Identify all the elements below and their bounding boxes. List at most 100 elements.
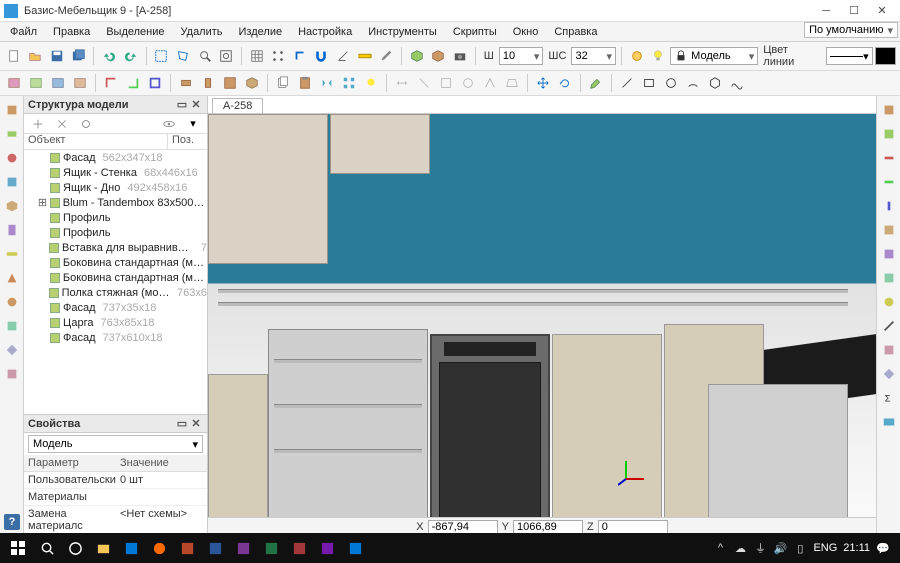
width-combo[interactable]: ▾: [499, 47, 544, 65]
menu-product[interactable]: Изделие: [231, 22, 291, 41]
hex-button[interactable]: [705, 73, 725, 93]
rt-3[interactable]: [879, 148, 899, 168]
panel3-button[interactable]: [48, 73, 68, 93]
panel-min-button[interactable]: ▭: [175, 98, 189, 112]
help-button[interactable]: ?: [4, 514, 20, 530]
tray-lang[interactable]: ENG: [813, 542, 837, 554]
menu-selection[interactable]: Выделение: [98, 22, 172, 41]
rt-11[interactable]: [879, 340, 899, 360]
task-app-9[interactable]: [314, 535, 340, 561]
task-app-6[interactable]: [230, 535, 256, 561]
minimize-button[interactable]: ─: [812, 1, 840, 21]
pt-dropdown[interactable]: ▾: [183, 114, 203, 134]
line-color-swatch[interactable]: [875, 47, 897, 65]
render-button[interactable]: [627, 46, 647, 66]
viewport-3d[interactable]: [208, 114, 876, 517]
task-app-3[interactable]: [146, 535, 172, 561]
tree-row[interactable]: Фасад562x347x18: [24, 150, 207, 165]
circle-button[interactable]: [661, 73, 681, 93]
rt-7[interactable]: [879, 244, 899, 264]
tray-volume-icon[interactable]: 🔊: [773, 541, 787, 555]
new-file-button[interactable]: [4, 46, 24, 66]
array-button[interactable]: [339, 73, 359, 93]
rt-6[interactable]: [879, 220, 899, 240]
width-input[interactable]: [503, 50, 531, 62]
doc-tab-active[interactable]: A-258: [212, 98, 263, 113]
rt-2[interactable]: [879, 124, 899, 144]
tray-cloud-icon[interactable]: ☁: [733, 541, 747, 555]
lt-5[interactable]: [2, 196, 22, 216]
rt-13[interactable]: Σ: [879, 388, 899, 408]
lt-9[interactable]: [2, 292, 22, 312]
start-button[interactable]: [4, 535, 32, 561]
lt-6[interactable]: [2, 220, 22, 240]
open-button[interactable]: [26, 46, 46, 66]
save-button[interactable]: [47, 46, 67, 66]
task-app-2[interactable]: [118, 535, 144, 561]
coord-y-input[interactable]: [513, 520, 583, 534]
lt-2[interactable]: [2, 124, 22, 144]
select-button[interactable]: [152, 46, 172, 66]
lt-4[interactable]: [2, 172, 22, 192]
lt-10[interactable]: [2, 316, 22, 336]
tray-notifications-icon[interactable]: 💬: [876, 541, 890, 555]
close-button[interactable]: ✕: [868, 1, 896, 21]
line-button[interactable]: [617, 73, 637, 93]
ws-input[interactable]: [575, 50, 603, 62]
layout-combo[interactable]: По умолчанию ▾: [804, 22, 898, 38]
part1-button[interactable]: [176, 73, 196, 93]
task-app-1[interactable]: [90, 535, 116, 561]
rt-4[interactable]: [879, 172, 899, 192]
ortho-button[interactable]: [290, 46, 310, 66]
zoom-button[interactable]: [195, 46, 215, 66]
menu-scripts[interactable]: Скрипты: [445, 22, 505, 41]
menu-delete[interactable]: Удалить: [173, 22, 231, 41]
box-button[interactable]: [429, 46, 449, 66]
grid-button[interactable]: [247, 46, 267, 66]
paste-button[interactable]: [295, 73, 315, 93]
props-close-button[interactable]: ✕: [189, 417, 203, 431]
coord-x-input[interactable]: [428, 520, 498, 534]
tray-network-icon[interactable]: ⏚: [753, 541, 767, 555]
rt-1[interactable]: [879, 100, 899, 120]
menu-file[interactable]: Файл: [2, 22, 45, 41]
part2-button[interactable]: [198, 73, 218, 93]
menu-edit[interactable]: Правка: [45, 22, 98, 41]
tree-view[interactable]: Фасад562x347x18Ящик - Стенка68x446x16Ящи…: [24, 150, 207, 414]
task-app-4[interactable]: [174, 535, 200, 561]
tree-row[interactable]: ⊞Blum - Tandembox 83x500 в...: [24, 195, 207, 210]
magnet-button[interactable]: [312, 46, 332, 66]
dim2-button[interactable]: [414, 73, 434, 93]
tray-battery-icon[interactable]: ▯: [793, 541, 807, 555]
copy-button[interactable]: [273, 73, 293, 93]
tree-row[interactable]: Ящик - Стенка68x446x16: [24, 165, 207, 180]
task-search[interactable]: [34, 535, 60, 561]
lt-1[interactable]: [2, 100, 22, 120]
mode-combo[interactable]: Модель ▾: [670, 47, 758, 65]
rt-9[interactable]: [879, 292, 899, 312]
pt-2[interactable]: [52, 114, 72, 134]
coord-z-input[interactable]: [598, 520, 668, 534]
light-button[interactable]: [361, 73, 381, 93]
dim4-button[interactable]: [458, 73, 478, 93]
tree-row[interactable]: Боковина стандартная (мо...: [24, 255, 207, 270]
task-app-5[interactable]: [202, 535, 228, 561]
pt-1[interactable]: [28, 114, 48, 134]
rt-10[interactable]: [879, 316, 899, 336]
lt-11[interactable]: [2, 340, 22, 360]
zoom-fit-button[interactable]: [216, 46, 236, 66]
rt-14[interactable]: [879, 412, 899, 432]
menu-help[interactable]: Справка: [546, 22, 605, 41]
dim1-button[interactable]: [392, 73, 412, 93]
task-app-10[interactable]: [342, 535, 368, 561]
snap-button[interactable]: [268, 46, 288, 66]
lt-3[interactable]: [2, 148, 22, 168]
props-row[interactable]: Пользовательски0 шт: [24, 472, 207, 489]
task-app-7[interactable]: [258, 535, 284, 561]
tree-row[interactable]: Полка стяжная (мойка)763x6: [24, 285, 207, 300]
tree-row[interactable]: Ящик - Дно492x458x16: [24, 180, 207, 195]
props-row[interactable]: Замена материалс<Нет схемы>: [24, 506, 207, 535]
line-style-combo[interactable]: ▾: [826, 47, 873, 65]
rect-button[interactable]: [639, 73, 659, 93]
lt-7[interactable]: [2, 244, 22, 264]
